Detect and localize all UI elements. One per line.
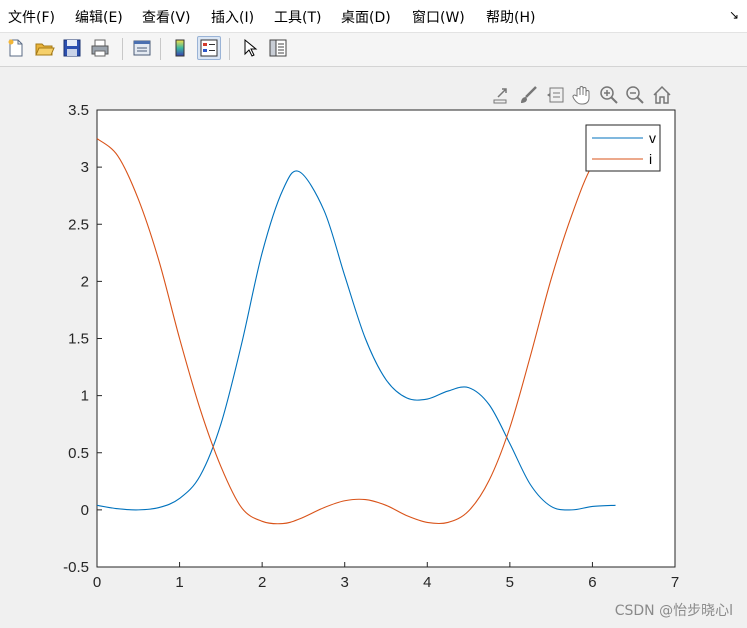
y-tick-label: 1.5 bbox=[68, 331, 89, 348]
legend-label-i: i bbox=[649, 151, 652, 167]
menu-tools[interactable]: 工具(T) bbox=[274, 7, 321, 27]
x-tick-label: 6 bbox=[588, 574, 596, 591]
menu-help[interactable]: 帮助(H) bbox=[486, 7, 535, 27]
figure-canvas: 01234567 -0.500.511.522.533.5 v i bbox=[63, 102, 679, 591]
x-tick-label: 4 bbox=[423, 574, 431, 591]
toolbar-separator bbox=[229, 38, 230, 60]
y-axis: -0.5 0 0.5 1 1.5 2 2.5 3 3.5 bbox=[63, 102, 102, 576]
y-tick-label: 2 bbox=[81, 273, 89, 290]
x-tick-label: 0 bbox=[93, 574, 101, 591]
y-tick-label: 0 bbox=[81, 502, 89, 519]
menu-desktop[interactable]: 桌面(D) bbox=[341, 7, 391, 27]
menu-insert[interactable]: 插入(I) bbox=[211, 7, 254, 27]
watermark: CSDN @怡步晓心l bbox=[614, 603, 733, 619]
toolbar-separator bbox=[122, 38, 123, 60]
x-tick-label: 5 bbox=[506, 574, 514, 591]
y-tick-label: 0.5 bbox=[68, 445, 89, 462]
y-tick-label: 3 bbox=[81, 159, 89, 176]
home-icon[interactable] bbox=[651, 84, 673, 106]
menu-bar: 文件(F) 编辑(E) 查看(V) 插入(I) 工具(T) 桌面(D) 窗口(W… bbox=[0, 0, 747, 33]
figure-toolbar bbox=[0, 33, 747, 67]
brush-icon[interactable] bbox=[517, 84, 539, 106]
pan-hand-icon[interactable] bbox=[571, 84, 593, 106]
x-tick-label: 3 bbox=[341, 574, 349, 591]
menu-window[interactable]: 窗口(W) bbox=[412, 7, 465, 27]
toolbar-separator bbox=[160, 38, 161, 60]
export-icon[interactable] bbox=[490, 84, 512, 106]
zoom-out-icon[interactable] bbox=[624, 84, 646, 106]
menu-edit[interactable]: 编辑(E) bbox=[75, 7, 123, 27]
y-tick-label: 3.5 bbox=[68, 102, 89, 119]
y-tick-label: 1 bbox=[81, 388, 89, 405]
legend[interactable]: v i bbox=[585, 124, 661, 172]
y-tick-label: -0.5 bbox=[63, 559, 89, 576]
legend-icon[interactable] bbox=[197, 36, 221, 60]
x-tick-label: 1 bbox=[175, 574, 183, 591]
link-plot-icon[interactable] bbox=[130, 36, 154, 60]
zoom-in-icon[interactable] bbox=[598, 84, 620, 106]
open-file-icon[interactable] bbox=[32, 36, 56, 60]
axes-box bbox=[96, 109, 676, 568]
x-tick-label: 7 bbox=[671, 574, 679, 591]
data-tips-icon[interactable] bbox=[545, 84, 567, 106]
colorbar-icon[interactable] bbox=[168, 36, 192, 60]
edit-plot-arrow-icon[interactable] bbox=[237, 36, 261, 60]
property-inspector-icon[interactable] bbox=[266, 36, 290, 60]
y-tick-label: 2.5 bbox=[68, 216, 89, 233]
legend-label-v: v bbox=[649, 130, 656, 146]
x-tick-label: 2 bbox=[258, 574, 266, 591]
print-icon[interactable] bbox=[88, 36, 112, 60]
dock-arrow-icon[interactable]: ↘ bbox=[729, 8, 739, 22]
new-figure-icon[interactable] bbox=[4, 36, 28, 60]
menu-view[interactable]: 查看(V) bbox=[142, 7, 191, 27]
menu-file[interactable]: 文件(F) bbox=[8, 7, 55, 27]
save-icon[interactable] bbox=[60, 36, 84, 60]
